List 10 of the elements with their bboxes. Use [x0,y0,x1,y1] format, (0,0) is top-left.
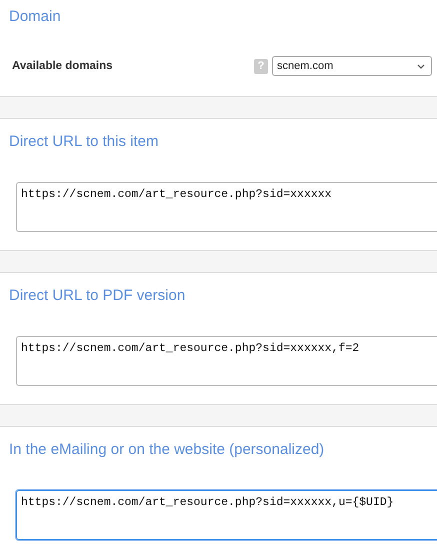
section-title: Direct URL to PDF version [8,286,186,306]
section-title: Domain [8,7,62,27]
url-field[interactable]: https://scnem.com/art_resource.php?sid=xxxxxx,f=2 [16,336,437,386]
domain-select[interactable]: scnem.com [272,56,432,76]
url-field[interactable]: https://scnem.com/art_resource.php?sid=xxxxxx,u={$UID} [16,490,437,540]
section-title: In the eMailing or on the website (personalized) [8,440,326,460]
section-title: Direct URL to this item [8,132,160,152]
chevron-icon [417,64,425,68]
url-field[interactable]: https://scnem.com/art_resource.php?sid=xxxxxx [16,182,437,232]
field-label: Available domains [12,60,114,72]
